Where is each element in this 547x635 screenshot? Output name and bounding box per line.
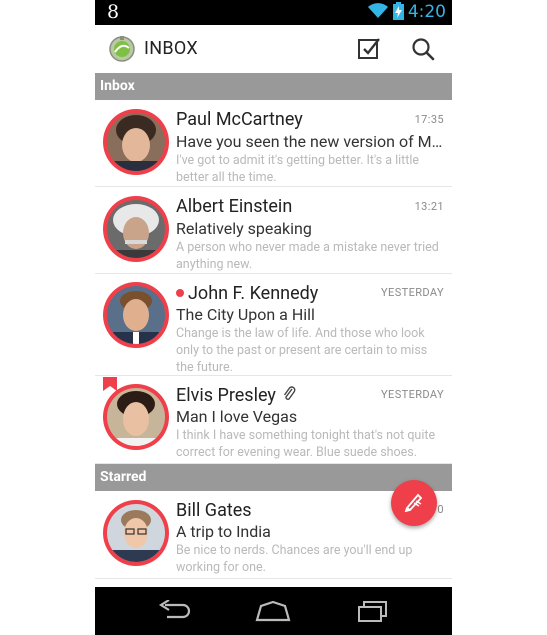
app-title: INBOX <box>144 38 198 59</box>
status-icons: 4:20 <box>367 0 446 25</box>
avatar <box>103 384 169 450</box>
attachment-icon <box>282 386 296 407</box>
message-preview: Change is the law of life. And those who… <box>176 326 428 375</box>
list-item[interactable]: Elvis Presley YESTERDAY Man I love Vegas… <box>95 376 452 464</box>
avatar <box>103 196 169 262</box>
message-preview: A person who never made a mistake never … <box>176 240 439 272</box>
checkbox-icon[interactable] <box>353 33 385 65</box>
action-bar: INBOX <box>95 25 452 73</box>
avatar-photo <box>107 113 165 171</box>
sender-name-text: John F. Kennedy <box>188 283 319 304</box>
sender-name: John F. Kennedy <box>176 283 318 304</box>
avatar <box>103 109 169 175</box>
phone-screen: 8 4:20 INBOX Inbox Paul McCartney 17:35 … <box>95 0 452 635</box>
sender-name: Bill Gates <box>176 500 252 521</box>
battery-charging-icon <box>392 1 404 24</box>
avatar-photo <box>107 286 165 344</box>
avatar <box>103 282 169 348</box>
message-time: YESTERDAY <box>381 388 444 401</box>
avatar-photo <box>107 200 165 258</box>
avatar-photo <box>107 504 165 562</box>
list-item[interactable]: Albert Einstein 13:21 Relatively speakin… <box>95 187 452 274</box>
message-preview: Be nice to nerds. Chances are you'll end… <box>176 543 413 575</box>
message-preview: I've got to admit it's getting better. I… <box>176 153 420 185</box>
search-icon[interactable] <box>407 33 439 65</box>
app-logo-icon[interactable] <box>109 36 135 62</box>
message-subject: Relatively speaking <box>176 219 312 238</box>
compose-button[interactable] <box>391 480 437 526</box>
status-notification-text: 8 <box>107 1 120 23</box>
message-time: 13:21 <box>414 200 444 213</box>
message-subject: The City Upon a Hill <box>176 305 315 324</box>
message-subject: Man I love Vegas <box>176 407 298 426</box>
avatar-photo <box>107 388 165 446</box>
section-header-inbox: Inbox <box>95 73 452 100</box>
sender-name-text: Elvis Presley <box>176 385 276 406</box>
sender-name: Elvis Presley <box>176 385 296 407</box>
status-bar: 8 4:20 <box>95 0 452 25</box>
message-time: 17:35 <box>414 113 444 126</box>
list-item[interactable]: Paul McCartney 17:35 Have you seen the n… <box>95 100 452 187</box>
list-item[interactable]: John F. Kennedy YESTERDAY The City Upon … <box>95 274 452 376</box>
avatar <box>103 500 169 566</box>
bookmark-icon <box>103 376 117 391</box>
unread-dot-icon <box>176 289 184 297</box>
message-subject: Have you seen the new version of Mi… <box>176 132 444 151</box>
navigation-bar <box>95 587 452 635</box>
compose-pen-icon <box>403 490 425 516</box>
wifi-icon <box>367 2 389 23</box>
message-subject: A trip to India <box>176 522 271 541</box>
sender-name: Paul McCartney <box>176 109 303 130</box>
message-time: YESTERDAY <box>381 286 444 299</box>
sender-name: Albert Einstein <box>176 196 293 217</box>
recent-apps-icon[interactable] <box>353 597 393 625</box>
message-preview: I think I have something tonight that's … <box>176 428 436 460</box>
home-icon[interactable] <box>253 597 293 625</box>
back-icon[interactable] <box>153 597 193 625</box>
status-time: 4:20 <box>407 2 446 22</box>
